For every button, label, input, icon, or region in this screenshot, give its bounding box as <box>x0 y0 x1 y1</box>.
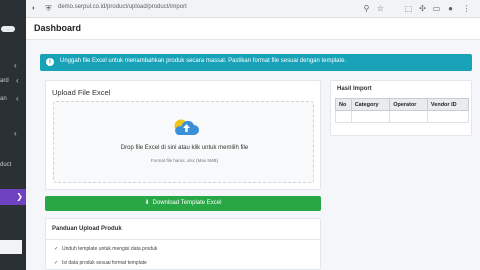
zoom-icon[interactable]: ⚲ <box>362 4 371 13</box>
upload-guide-card: Panduan Upload Produk ✓ Unduh template un… <box>45 218 321 270</box>
guide-list-item: ✓ Isi data produk sesuai format template <box>54 260 147 266</box>
sidebar: ... ‹ ard ‹ an ‹ ‹ duct ❯ <box>0 0 26 270</box>
column-header[interactable]: No <box>335 98 352 111</box>
result-table: No Category Operator Vendor ID <box>335 98 470 123</box>
sidebar-bottom-block <box>0 240 22 254</box>
info-alert-text: Unggah file Excel untuk menambahkan prod… <box>60 58 347 64</box>
check-icon: ✓ <box>54 260 59 266</box>
sidepanel-icon[interactable]: ▭ <box>432 4 441 13</box>
result-title: Hasil Import <box>337 86 372 92</box>
cloud-upload-icon <box>174 119 199 135</box>
upload-card-title: Upload File Excel <box>52 88 111 97</box>
table-cell <box>335 110 352 123</box>
download-template-button[interactable]: ⬇ Download Template Excel <box>45 196 321 211</box>
sidebar-item-label[interactable]: ard <box>0 78 9 84</box>
guide-title: Panduan Upload Produk <box>52 226 122 232</box>
sidebar-item-label[interactable]: an <box>0 96 7 102</box>
site-info-icon[interactable]: ◐ <box>32 5 39 12</box>
sidebar-badge-label: ... <box>1 26 15 32</box>
table-cell <box>426 110 470 123</box>
guide-item-text: Unduh template untuk mengisi data produk <box>62 246 158 252</box>
chevron-left-icon[interactable]: ‹ <box>16 95 24 103</box>
import-result-card: Hasil Import No Category Operator Vendor… <box>330 80 472 136</box>
check-icon: ✓ <box>54 246 59 252</box>
profile-icon[interactable]: ● <box>446 4 455 13</box>
main-content: i Unggah file Excel untuk menambahkan pr… <box>26 40 480 270</box>
table-header-row: No Category Operator Vendor ID <box>335 98 470 111</box>
divider <box>46 239 320 240</box>
download-template-label: Download Template Excel <box>152 200 222 206</box>
chevron-left-icon[interactable]: ‹ <box>16 77 24 85</box>
chevron-left-icon[interactable]: ‹ <box>14 62 22 70</box>
column-header[interactable]: Category <box>350 98 391 111</box>
top-navbar: Dashboard <box>26 18 480 40</box>
dropzone-format-hint: Format file harus .xlsx (Max 5MB) <box>150 158 219 163</box>
dropzone-instruction: Drop file Excel di sini atau klik untuk … <box>120 145 249 151</box>
extension-icon[interactable]: ⬚ <box>404 4 413 13</box>
info-alert: i Unggah file Excel untuk menambahkan pr… <box>40 54 472 71</box>
table-cell <box>350 110 391 123</box>
chevron-right-icon: ❯ <box>16 192 23 201</box>
download-icon: ⬇ <box>144 200 150 206</box>
browser-window: ◐ ⛨ demo.serpul.co.id/product/upload/pro… <box>26 0 480 270</box>
sidebar-item-label[interactable]: duct <box>0 162 11 168</box>
info-icon: i <box>46 58 54 66</box>
sidebar-item-active[interactable]: ❯ <box>0 189 26 205</box>
menu-icon[interactable]: ⋮ <box>462 4 471 13</box>
page-title: Dashboard <box>34 23 82 33</box>
puzzle-icon[interactable]: ✣ <box>418 4 427 13</box>
guide-list-item: ✓ Unduh template untuk mengisi data produ… <box>54 246 157 252</box>
url-text[interactable]: demo.serpul.co.id/product/upload/product… <box>58 4 187 10</box>
column-header[interactable]: Vendor ID <box>426 98 470 111</box>
upload-card: Upload File Excel Drop file Excel di sin… <box>45 80 321 190</box>
column-header[interactable]: Operator <box>389 98 428 111</box>
address-bar[interactable]: ◐ ⛨ demo.serpul.co.id/product/upload/pro… <box>26 0 480 18</box>
table-row <box>335 110 470 123</box>
screen: ... ‹ ard ‹ an ‹ ‹ duct ❯ ◐ ⛨ demo.serpu… <box>0 0 480 270</box>
file-dropzone[interactable]: Drop file Excel di sini atau klik untuk … <box>53 101 314 183</box>
table-cell <box>389 110 428 123</box>
sidebar-badge: ... <box>0 26 16 34</box>
chevron-left-icon[interactable]: ‹ <box>14 130 22 138</box>
star-icon[interactable]: ☆ <box>376 4 385 13</box>
lock-icon: ⛨ <box>45 4 52 13</box>
guide-item-text: Isi data produk sesuai format template <box>62 260 147 266</box>
